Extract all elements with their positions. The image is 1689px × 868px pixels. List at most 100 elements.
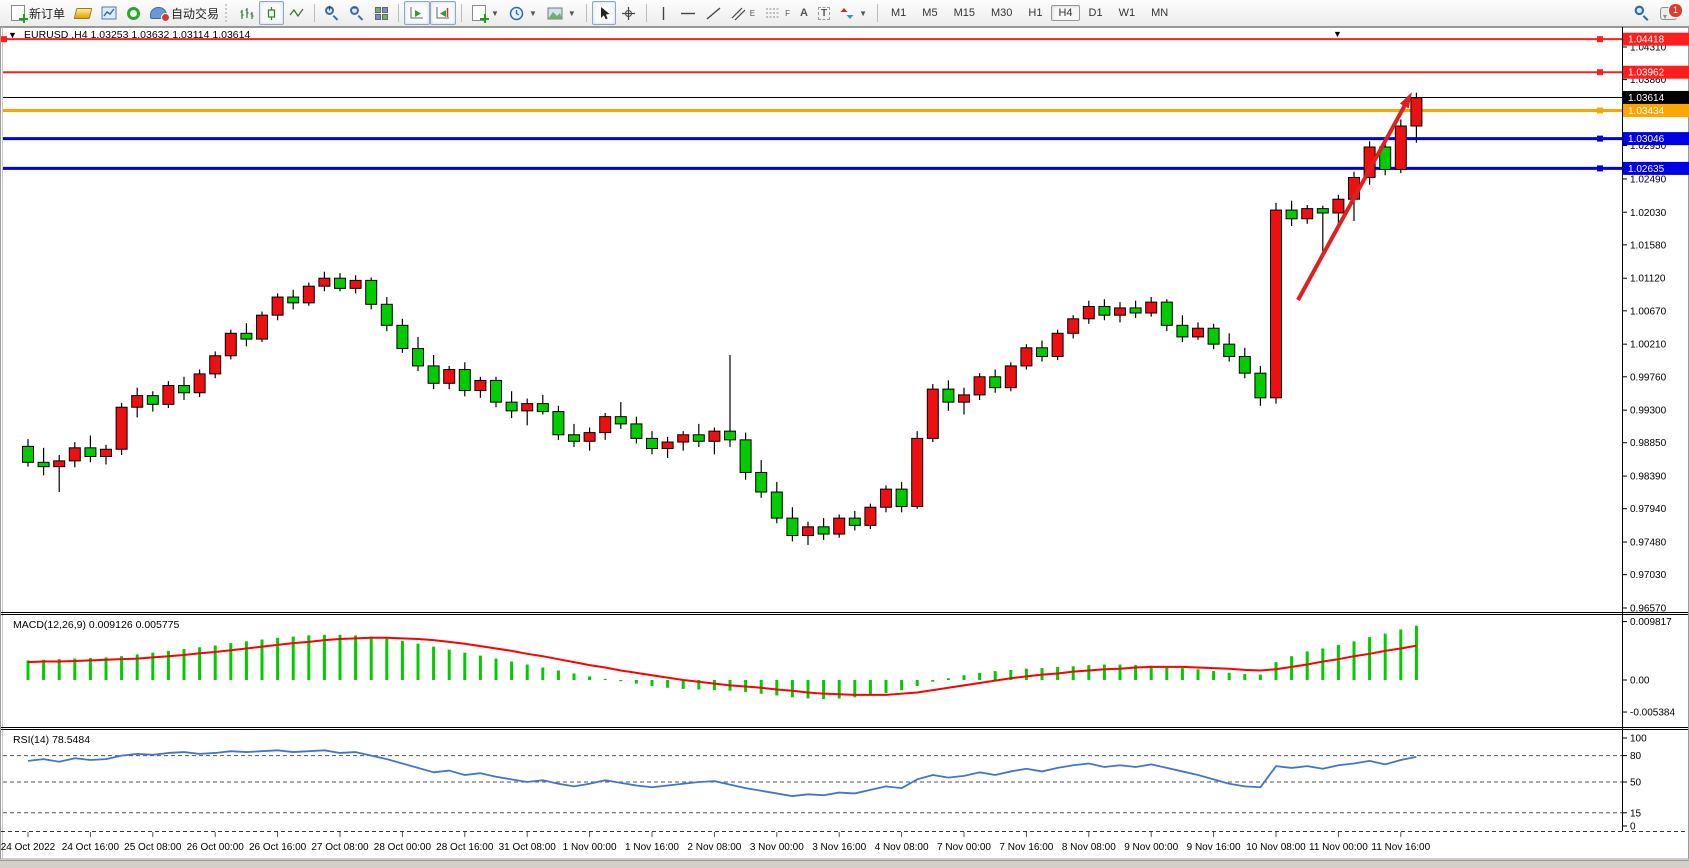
candle-body-up: [1052, 333, 1063, 356]
line-handle[interactable]: [1597, 36, 1603, 42]
navigator-button[interactable]: [122, 1, 145, 25]
timeframe-button-mn[interactable]: MN: [1144, 5, 1175, 21]
candle-body-up: [1271, 210, 1282, 398]
timeframe-button-w1[interactable]: W1: [1112, 5, 1143, 21]
arrow-head[interactable]: [1400, 92, 1412, 108]
chart-frame: ▼▼: [1, 27, 1689, 859]
timeframe-button-m5[interactable]: M5: [915, 5, 944, 21]
time-tick-label: 2 Nov 08:00: [687, 842, 741, 853]
timeframe-button-d1[interactable]: D1: [1082, 5, 1110, 21]
candle-body-down: [241, 333, 252, 339]
candle-body-down: [335, 278, 346, 288]
candle-body-up: [959, 395, 970, 402]
rsi-tick-label: 15: [1630, 808, 1642, 819]
candle-body-down: [771, 492, 782, 518]
time-tick-label: 4 Nov 08:00: [875, 842, 929, 853]
auto-trading-icon: [150, 7, 167, 19]
cursor-button[interactable]: [592, 1, 616, 25]
timeframe-button-m1[interactable]: M1: [884, 5, 913, 21]
time-axis[interactable]: 24 Oct 202224 Oct 16:0025 Oct 08:0026 Oc…: [1, 832, 1431, 853]
arrows-tool-icon: [840, 6, 854, 21]
chart-line-button[interactable]: [284, 1, 309, 25]
line-handle[interactable]: [1, 36, 7, 42]
text-label-button[interactable]: T: [813, 1, 835, 25]
candle-body-up: [1333, 199, 1344, 213]
time-tick-label: 28 Oct 00:00: [374, 842, 432, 853]
timeframe-button-m30[interactable]: M30: [984, 5, 1019, 21]
candle-body-down: [725, 431, 736, 440]
rsi-panel: [3, 750, 1622, 812]
time-tick-label: 26 Oct 16:00: [249, 842, 307, 853]
mt4-window: 新订单 自动交易: [0, 0, 1689, 868]
candle-body-up: [912, 438, 923, 506]
line-handle[interactable]: [1597, 69, 1603, 75]
arrows-dropdown-button[interactable]: ▼: [835, 1, 872, 25]
arrow-shaft[interactable]: [1298, 105, 1405, 300]
line-handle[interactable]: [1597, 136, 1603, 142]
price-level-badge-text: 1.03434: [1628, 106, 1665, 117]
fibonacci-button[interactable]: F: [760, 1, 795, 25]
cursor-arrow-icon: [597, 6, 611, 21]
fibonacci-icon: [765, 6, 780, 21]
trendline-button[interactable]: [701, 1, 726, 25]
search-button[interactable]: [1635, 5, 1651, 21]
indicators-dropdown-button[interactable]: ▼: [467, 1, 504, 25]
timeframe-button-h1[interactable]: H1: [1021, 5, 1049, 21]
auto-scroll-button[interactable]: [404, 1, 430, 25]
candle-body-down: [381, 304, 392, 325]
candle-body-down: [1208, 328, 1219, 344]
candle-body-down: [537, 404, 548, 412]
template-dropdown-button[interactable]: ▼: [542, 1, 581, 25]
candle-body-down: [1224, 344, 1235, 356]
auto-scroll-icon: [409, 6, 425, 20]
time-tick-label: 7 Nov 00:00: [937, 842, 991, 853]
period-dropdown-button[interactable]: ▼: [504, 1, 542, 25]
rsi-axis[interactable]: 1008050150: [1622, 734, 1647, 833]
chevron-down-icon: ▼: [491, 9, 499, 18]
auto-trading-button[interactable]: 自动交易: [145, 1, 224, 25]
macd-panel: [28, 626, 1416, 699]
trendline-icon: [706, 6, 721, 21]
price-tick-label: 0.97480: [1630, 538, 1667, 549]
macd-tick-label: 0.009817: [1630, 617, 1672, 628]
candle-body-up: [101, 449, 112, 456]
candle-body-down: [459, 370, 470, 391]
zoom-in-button[interactable]: +: [320, 1, 345, 25]
bar-chart-icon: [239, 6, 254, 21]
chart-candles-button[interactable]: [259, 1, 284, 25]
candle-body-down: [366, 280, 377, 304]
timeframe-button-h4[interactable]: H4: [1051, 5, 1079, 21]
market-watch-button[interactable]: [70, 1, 96, 25]
candle-body-down: [147, 396, 158, 405]
macd-indicator-label: MACD(12,26,9) 0.009126 0.005775: [13, 619, 179, 631]
time-tick-label: 31 Oct 08:00: [499, 842, 557, 853]
candle-body-down: [990, 377, 1001, 388]
macd-axis[interactable]: 0.0098170.00-0.005384: [1622, 617, 1675, 718]
chart-shift-button[interactable]: [430, 1, 456, 25]
chart-title: EURUSD ,H4 1.03253 1.03632 1.03114 1.036…: [24, 29, 250, 41]
data-window-button[interactable]: [96, 1, 122, 25]
new-order-button[interactable]: 新订单: [6, 1, 70, 25]
price-axis[interactable]: 1.043101.038601.034101.029501.024901.020…: [1622, 33, 1689, 615]
chevron-down-icon: ▼: [568, 9, 576, 18]
candle-body-down: [631, 424, 642, 438]
notifications-button[interactable]: 1: [1660, 7, 1677, 20]
trend-arrow-annotation[interactable]: [1298, 92, 1412, 300]
timeframe-button-m15[interactable]: M15: [947, 5, 982, 21]
price-tick-label: 1.02490: [1630, 174, 1667, 185]
price-tick-label: 0.98390: [1630, 472, 1667, 483]
vertical-line-button[interactable]: [652, 1, 675, 25]
tile-windows-button[interactable]: [370, 1, 393, 25]
candle-body-down: [506, 402, 517, 411]
channel-button[interactable]: E: [726, 1, 760, 25]
zoom-out-button[interactable]: −: [345, 1, 370, 25]
horizontal-line-button[interactable]: [675, 1, 701, 25]
line-handle[interactable]: [1597, 165, 1603, 171]
candle-body-up: [1005, 366, 1016, 388]
line-handle[interactable]: [1597, 107, 1603, 113]
line-marker-icon: ▼: [1333, 29, 1342, 39]
crosshair-button[interactable]: [616, 1, 641, 25]
text-tool-icon: A: [800, 7, 808, 19]
text-button[interactable]: A: [795, 1, 813, 25]
chart-bars-button[interactable]: [234, 1, 259, 25]
